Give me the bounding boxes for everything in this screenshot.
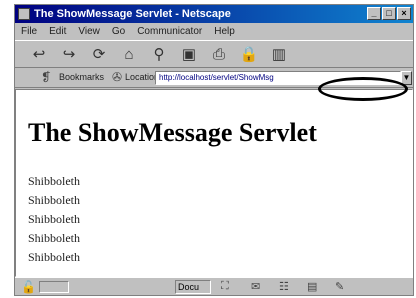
maximize-button[interactable]: □ xyxy=(382,7,396,20)
message-line: Shibboleth xyxy=(28,193,81,207)
url-dropdown-button[interactable]: ▼ xyxy=(401,71,412,85)
menu-help[interactable]: Help xyxy=(214,26,235,37)
page-heading: The ShowMessage Servlet xyxy=(28,118,317,147)
stop-icon[interactable]: ▥ xyxy=(269,44,289,64)
search-icon[interactable]: ⚲ xyxy=(149,44,169,64)
reload-icon[interactable]: ⟳ xyxy=(89,44,109,64)
location-icon: ✇ xyxy=(112,70,123,84)
message-line: Shibboleth xyxy=(28,174,81,188)
netscape-app-icon[interactable] xyxy=(18,8,30,20)
status-text: Docu xyxy=(175,280,211,294)
navigator-icon[interactable]: ⛶ xyxy=(221,280,229,293)
menu-communicator[interactable]: Communicator xyxy=(137,26,202,37)
window-title: The ShowMessage Servlet - Netscape xyxy=(34,8,231,20)
progress-bar xyxy=(39,281,69,293)
composer-icon[interactable]: ✎ xyxy=(335,280,344,293)
message-line: Shibboleth xyxy=(28,212,81,226)
page-content: The ShowMessage Servlet Shibboleth Shibb… xyxy=(15,89,413,277)
menu-go[interactable]: Go xyxy=(112,26,125,37)
menu-view[interactable]: View xyxy=(78,26,100,37)
minimize-button[interactable]: _ xyxy=(367,7,381,20)
menu-file[interactable]: File xyxy=(21,26,37,37)
menu-edit[interactable]: Edit xyxy=(49,26,66,37)
navigation-toolbar: ↩ ↪ ⟳ ⌂ ⚲ ▣ ⎙ 🔒 ▥ xyxy=(15,40,413,68)
browser-window: The ShowMessage Servlet - Netscape _ □ ×… xyxy=(14,4,414,296)
netscape-icon[interactable]: ▣ xyxy=(179,44,199,64)
home-icon[interactable]: ⌂ xyxy=(119,44,139,64)
forward-icon[interactable]: ↪ xyxy=(59,44,79,64)
print-icon[interactable]: ⎙ xyxy=(209,44,229,64)
url-input[interactable]: http://localhost/servlet/ShowMsg xyxy=(155,71,401,85)
mail-icon[interactable]: ✉ xyxy=(251,280,260,293)
status-bar: 🔓 Docu ⛶ ✉ ☷ ▤ ✎ xyxy=(15,277,413,295)
close-button[interactable]: × xyxy=(397,7,411,20)
address-book-icon[interactable]: ▤ xyxy=(307,280,317,293)
newsgroups-icon[interactable]: ☷ xyxy=(279,280,289,293)
bookmarks-icon[interactable]: ❡ xyxy=(41,70,51,84)
bookmarks-button[interactable]: Bookmarks xyxy=(59,72,104,82)
title-bar[interactable]: The ShowMessage Servlet - Netscape _ □ × xyxy=(15,5,413,23)
message-line: Shibboleth xyxy=(28,250,81,264)
message-line: Shibboleth xyxy=(28,231,81,245)
location-toolbar: ❡ Bookmarks ✇ Location: http://localhost… xyxy=(15,68,413,88)
back-icon[interactable]: ↩ xyxy=(29,44,49,64)
security-icon[interactable]: 🔒 xyxy=(239,44,259,64)
menu-bar: File Edit View Go Communicator Help xyxy=(15,23,413,40)
security-lock-icon[interactable]: 🔓 xyxy=(21,280,36,294)
